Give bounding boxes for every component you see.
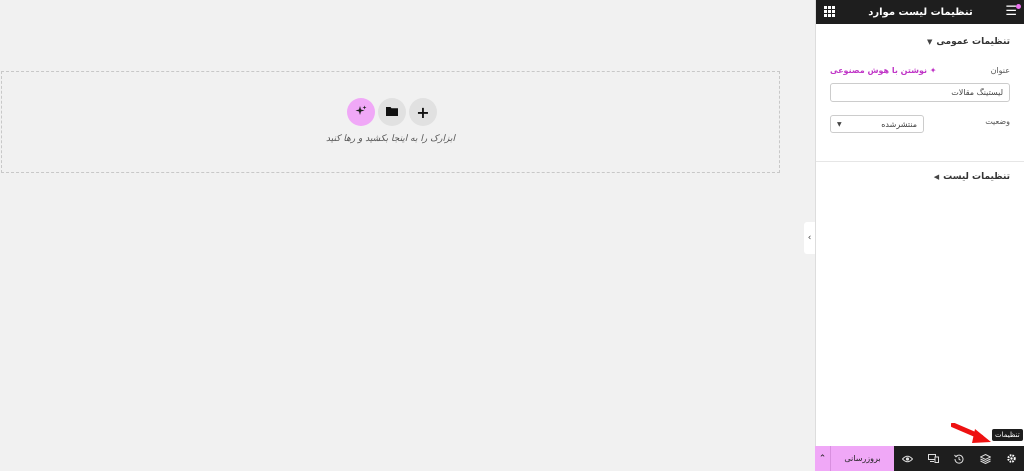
editor-canvas: + ابزارک را به اینجا بکشید و رها کنید: [0, 0, 804, 471]
status-label: وضعیت: [985, 117, 1010, 126]
widgets-grid-icon[interactable]: [824, 6, 835, 17]
responsive-icon[interactable]: [926, 452, 940, 466]
status-select[interactable]: منتشرشده ▼: [830, 115, 924, 133]
chevron-down-icon: ▼: [837, 120, 842, 128]
drop-zone-buttons: +: [347, 98, 437, 126]
status-value: منتشرشده: [881, 119, 917, 129]
layers-icon[interactable]: [978, 452, 992, 466]
drop-zone-hint: ابزارک را به اینجا بکشید و رها کنید: [326, 134, 455, 144]
section-divider: [816, 161, 1024, 162]
publish-options-button[interactable]: ⌃: [815, 446, 830, 471]
chevron-left-icon: ‹: [807, 233, 812, 243]
sparkle-icon: [355, 105, 367, 120]
title-label: عنوان: [990, 66, 1010, 75]
general-settings-toggle[interactable]: تنظیمات عمومی ▼: [927, 37, 1010, 47]
publish-group: ⌃ بروزرسانی: [815, 446, 894, 471]
ai-write-link[interactable]: نوشتن با هوش مصنوعی ✦: [830, 66, 937, 75]
eye-icon[interactable]: [900, 452, 914, 466]
sparkle-icon: ✦: [929, 66, 937, 75]
title-input[interactable]: [830, 83, 1010, 102]
history-icon[interactable]: [952, 452, 966, 466]
update-button[interactable]: بروزرسانی: [830, 446, 894, 471]
caret-left-icon: ◀: [933, 173, 940, 181]
caret-down-icon: ▼: [927, 38, 933, 46]
gear-icon[interactable]: [1004, 452, 1018, 466]
notification-dot: [1016, 4, 1021, 9]
list-settings-toggle[interactable]: تنظیمات لیست ◀: [934, 172, 1010, 182]
red-arrow-annotation: [950, 422, 993, 451]
panel-title: تنظیمات لیست موارد: [868, 6, 973, 18]
ai-generate-button[interactable]: [347, 98, 375, 126]
plus-icon: +: [416, 102, 430, 122]
chevron-up-icon: ⌃: [818, 453, 827, 464]
section-heading: تنظیمات عمومی: [936, 37, 1010, 47]
settings-panel: تنظیمات لیست موارد ☰ تنظیمات عمومی ▼ عنو…: [815, 0, 1024, 471]
footer-tools: [894, 452, 1024, 466]
section-heading: تنظیمات لیست: [943, 172, 1010, 182]
drop-zone[interactable]: + ابزارک را به اینجا بکشید و رها کنید: [1, 71, 780, 173]
folder-icon: [386, 105, 398, 119]
ai-link-label: نوشتن با هوش مصنوعی: [830, 66, 927, 75]
template-library-button[interactable]: [378, 98, 406, 126]
settings-tooltip: تنظیمات: [992, 429, 1023, 441]
panel-header: تنظیمات لیست موارد ☰: [816, 0, 1024, 24]
panel-collapse-toggle[interactable]: ‹: [804, 222, 815, 254]
add-section-button[interactable]: +: [409, 98, 437, 126]
